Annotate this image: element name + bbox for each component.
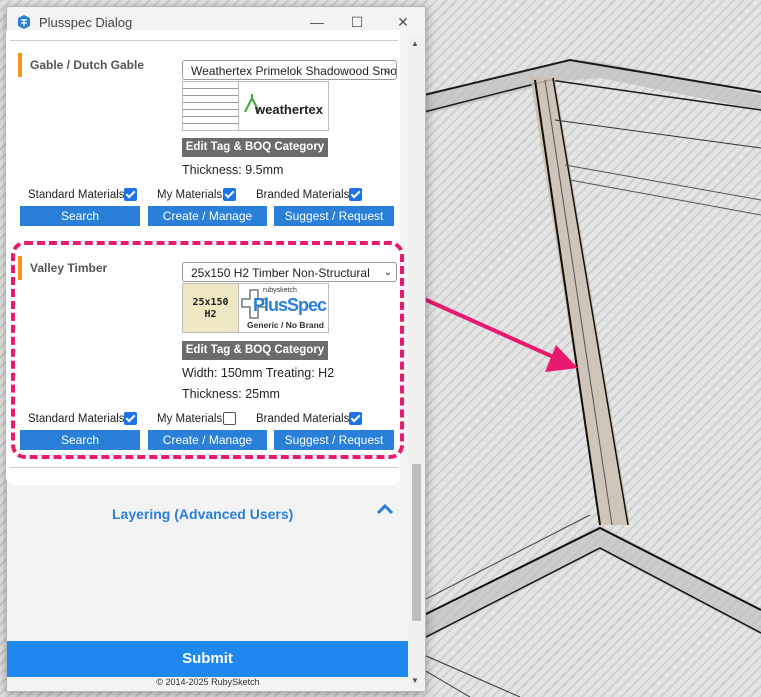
cladding-swatch: [183, 82, 238, 130]
gable-std-checkbox[interactable]: [124, 188, 137, 201]
divider: [10, 40, 398, 41]
gable-selected-value: Weathertex Primelok Shadowood Smooth: [191, 64, 397, 78]
section-marker: [18, 53, 22, 77]
scrollbar[interactable]: ▲ ▼: [409, 37, 424, 688]
gable-material-thumbnail: weathertex: [182, 81, 329, 131]
scroll-thumb[interactable]: [412, 464, 421, 621]
divider: [10, 467, 398, 468]
gable-label: Gable / Dutch Gable: [30, 58, 145, 72]
gable-std-label: Standard Materials: [28, 189, 125, 201]
weathertex-logo: weathertex: [255, 102, 323, 117]
gable-search-button[interactable]: Search: [20, 206, 140, 226]
submit-button[interactable]: Submit: [7, 641, 408, 677]
gable-branded-checkbox[interactable]: [349, 188, 362, 201]
copyright-text: © 2014-2025 RubySketch: [156, 677, 260, 687]
chevron-down-icon: ⌄: [383, 65, 392, 76]
plusspec-app-icon: [18, 15, 30, 29]
scroll-up-arrow-icon[interactable]: ▲: [411, 39, 419, 48]
window-title: Plusspec Dialog: [39, 15, 133, 30]
gable-thickness: Thickness: 9.5mm: [182, 163, 284, 177]
chevron-up-icon[interactable]: [376, 502, 394, 516]
gable-my-checkbox[interactable]: [223, 188, 236, 201]
annotation-highlight-box: [11, 241, 404, 459]
gable-create-button[interactable]: Create / Manage: [148, 206, 267, 226]
gable-suggest-button[interactable]: Suggest / Request: [274, 206, 394, 226]
gable-edit-tag-button[interactable]: Edit Tag & BOQ Category: [182, 138, 328, 157]
gable-my-label: My Materials: [157, 189, 223, 201]
gable-material-select[interactable]: Weathertex Primelok Shadowood Smooth ⌄: [182, 60, 397, 80]
gable-branded-label: Branded Materials: [256, 189, 350, 201]
layering-toggle[interactable]: Layering (Advanced Users): [112, 506, 293, 522]
